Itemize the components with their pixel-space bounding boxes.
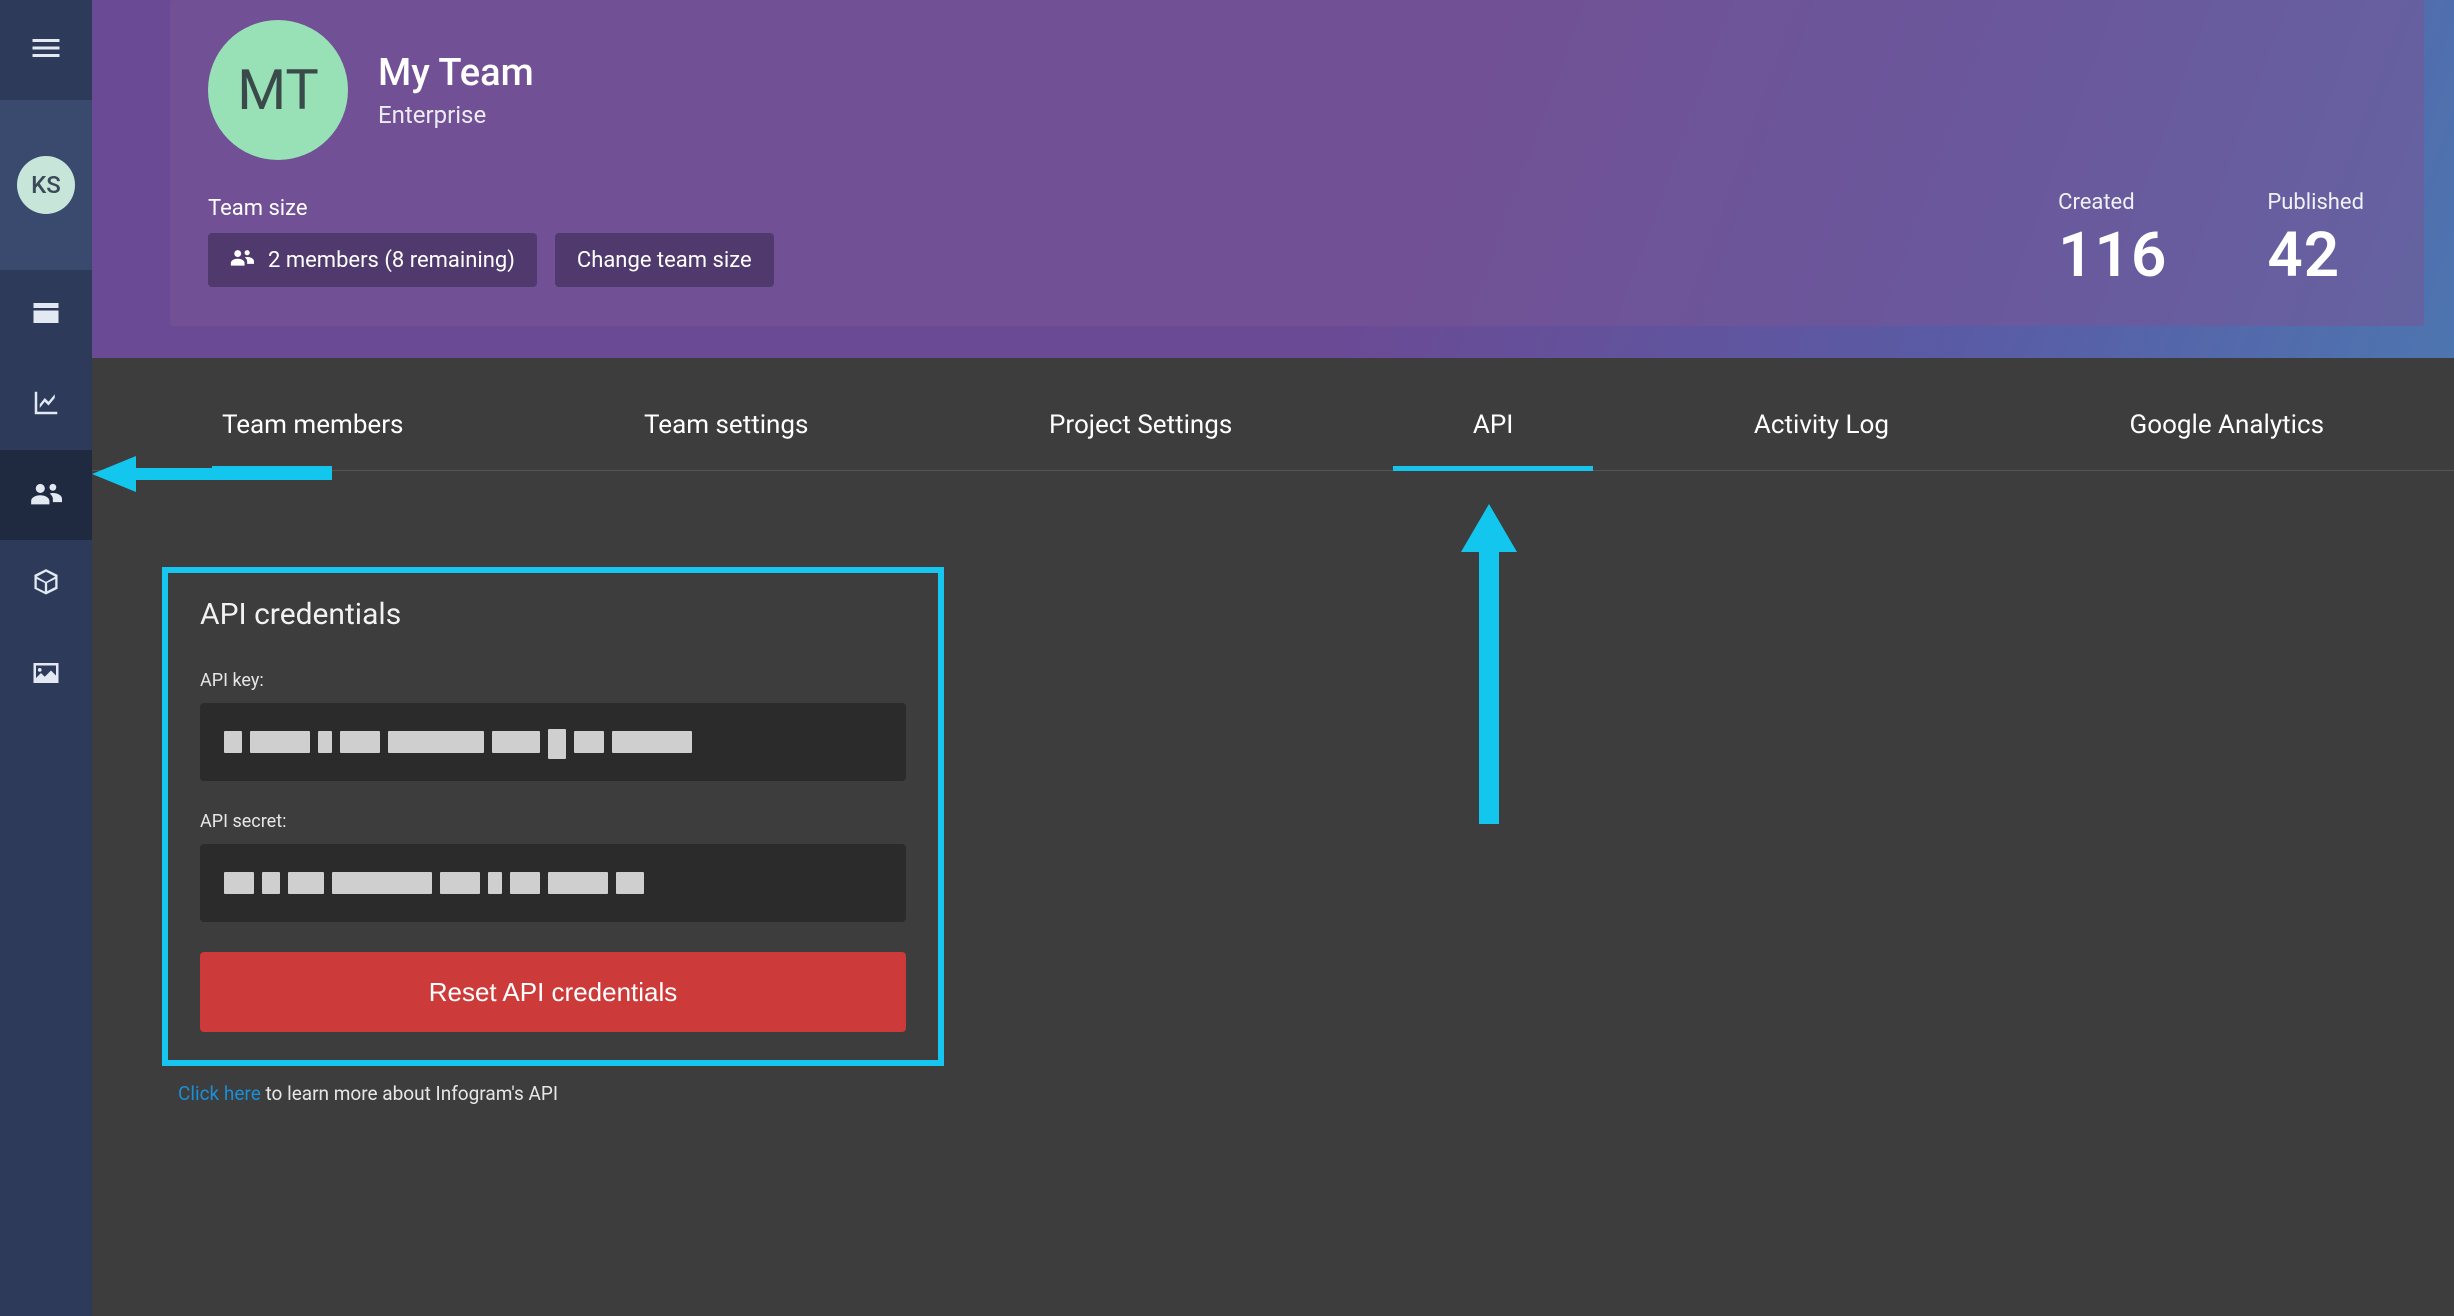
- annotation-arrow-up: [1459, 504, 1519, 824]
- main: MT My Team Enterprise Team size: [92, 0, 2454, 1316]
- tab-project-settings[interactable]: Project Settings: [1039, 410, 1242, 470]
- sidebar-item-analytics[interactable]: [0, 360, 92, 450]
- members-count-chip[interactable]: 2 members (8 remaining): [208, 233, 537, 287]
- sidebar-item-media[interactable]: [0, 630, 92, 720]
- redacted-block: [224, 731, 242, 753]
- hamburger-icon: [28, 30, 64, 70]
- cube-icon: [32, 568, 60, 602]
- published-value: 42: [2267, 219, 2364, 292]
- tray-icon: [31, 300, 61, 330]
- published-label: Published: [2267, 190, 2364, 215]
- redacted-block: [488, 872, 502, 894]
- team-size-label: Team size: [208, 196, 774, 221]
- api-credentials-title: API credentials: [200, 597, 906, 632]
- tab-activity-log[interactable]: Activity Log: [1744, 410, 1899, 470]
- redacted-block: [612, 731, 692, 753]
- redacted-block: [340, 731, 380, 753]
- content-area: Team members Team settings Project Setti…: [92, 358, 2454, 1316]
- redacted-block: [288, 872, 324, 894]
- people-icon: [230, 247, 254, 273]
- tab-team-settings[interactable]: Team settings: [634, 410, 818, 470]
- sidebar-item-team[interactable]: [0, 450, 92, 540]
- created-stat: Created 116: [2058, 190, 2167, 292]
- redacted-block: [318, 731, 332, 753]
- api-learn-more-link[interactable]: Click here: [178, 1082, 261, 1105]
- people-icon: [30, 481, 62, 509]
- published-stat: Published 42: [2267, 190, 2364, 292]
- redacted-block: [262, 872, 280, 894]
- redacted-block: [224, 872, 254, 894]
- redacted-block: [492, 731, 540, 753]
- api-learn-more-text: to learn more about Infogram's API: [261, 1082, 558, 1105]
- redacted-block: [250, 731, 310, 753]
- created-label: Created: [2058, 190, 2167, 215]
- api-secret-field[interactable]: [200, 844, 906, 922]
- sidebar: KS: [0, 0, 92, 1316]
- avatar-initials: KS: [31, 171, 61, 199]
- sidebar-user-avatar[interactable]: KS: [0, 100, 92, 270]
- change-team-size-button[interactable]: Change team size: [555, 233, 774, 287]
- team-name: My Team: [378, 51, 534, 95]
- chart-icon: [31, 389, 61, 421]
- tab-api[interactable]: API: [1463, 410, 1523, 470]
- sidebar-menu-button[interactable]: [0, 0, 92, 100]
- sidebar-item-brand[interactable]: [0, 540, 92, 630]
- tab-google-analytics[interactable]: Google Analytics: [2120, 410, 2334, 470]
- redacted-block: [616, 872, 644, 894]
- redacted-block: [388, 731, 484, 753]
- team-header-card: MT My Team Enterprise Team size: [170, 0, 2424, 326]
- avatar: KS: [17, 156, 75, 214]
- team-header: MT My Team Enterprise Team size: [92, 0, 2454, 358]
- api-secret-label: API secret:: [200, 811, 906, 832]
- team-avatar: MT: [208, 20, 348, 160]
- redacted-block: [548, 872, 608, 894]
- redacted-block: [440, 872, 480, 894]
- tabs: Team members Team settings Project Setti…: [92, 358, 2454, 471]
- change-team-size-label: Change team size: [577, 248, 752, 273]
- members-count-text: 2 members (8 remaining): [268, 248, 515, 273]
- created-value: 116: [2058, 219, 2167, 292]
- redacted-block: [510, 872, 540, 894]
- redacted-block: [548, 729, 566, 759]
- api-key-label: API key:: [200, 670, 906, 691]
- team-plan: Enterprise: [378, 101, 534, 129]
- redacted-block: [574, 731, 604, 753]
- tab-team-members[interactable]: Team members: [212, 410, 413, 470]
- api-learn-more: Click here to learn more about Infogram'…: [178, 1082, 2454, 1105]
- redacted-block: [332, 872, 432, 894]
- api-credentials-card: API credentials API key: API secret:: [162, 567, 944, 1066]
- sidebar-item-library[interactable]: [0, 270, 92, 360]
- api-key-field[interactable]: [200, 703, 906, 781]
- team-avatar-initials: MT: [237, 57, 319, 123]
- reset-api-credentials-button[interactable]: Reset API credentials: [200, 952, 906, 1032]
- image-icon: [31, 660, 61, 690]
